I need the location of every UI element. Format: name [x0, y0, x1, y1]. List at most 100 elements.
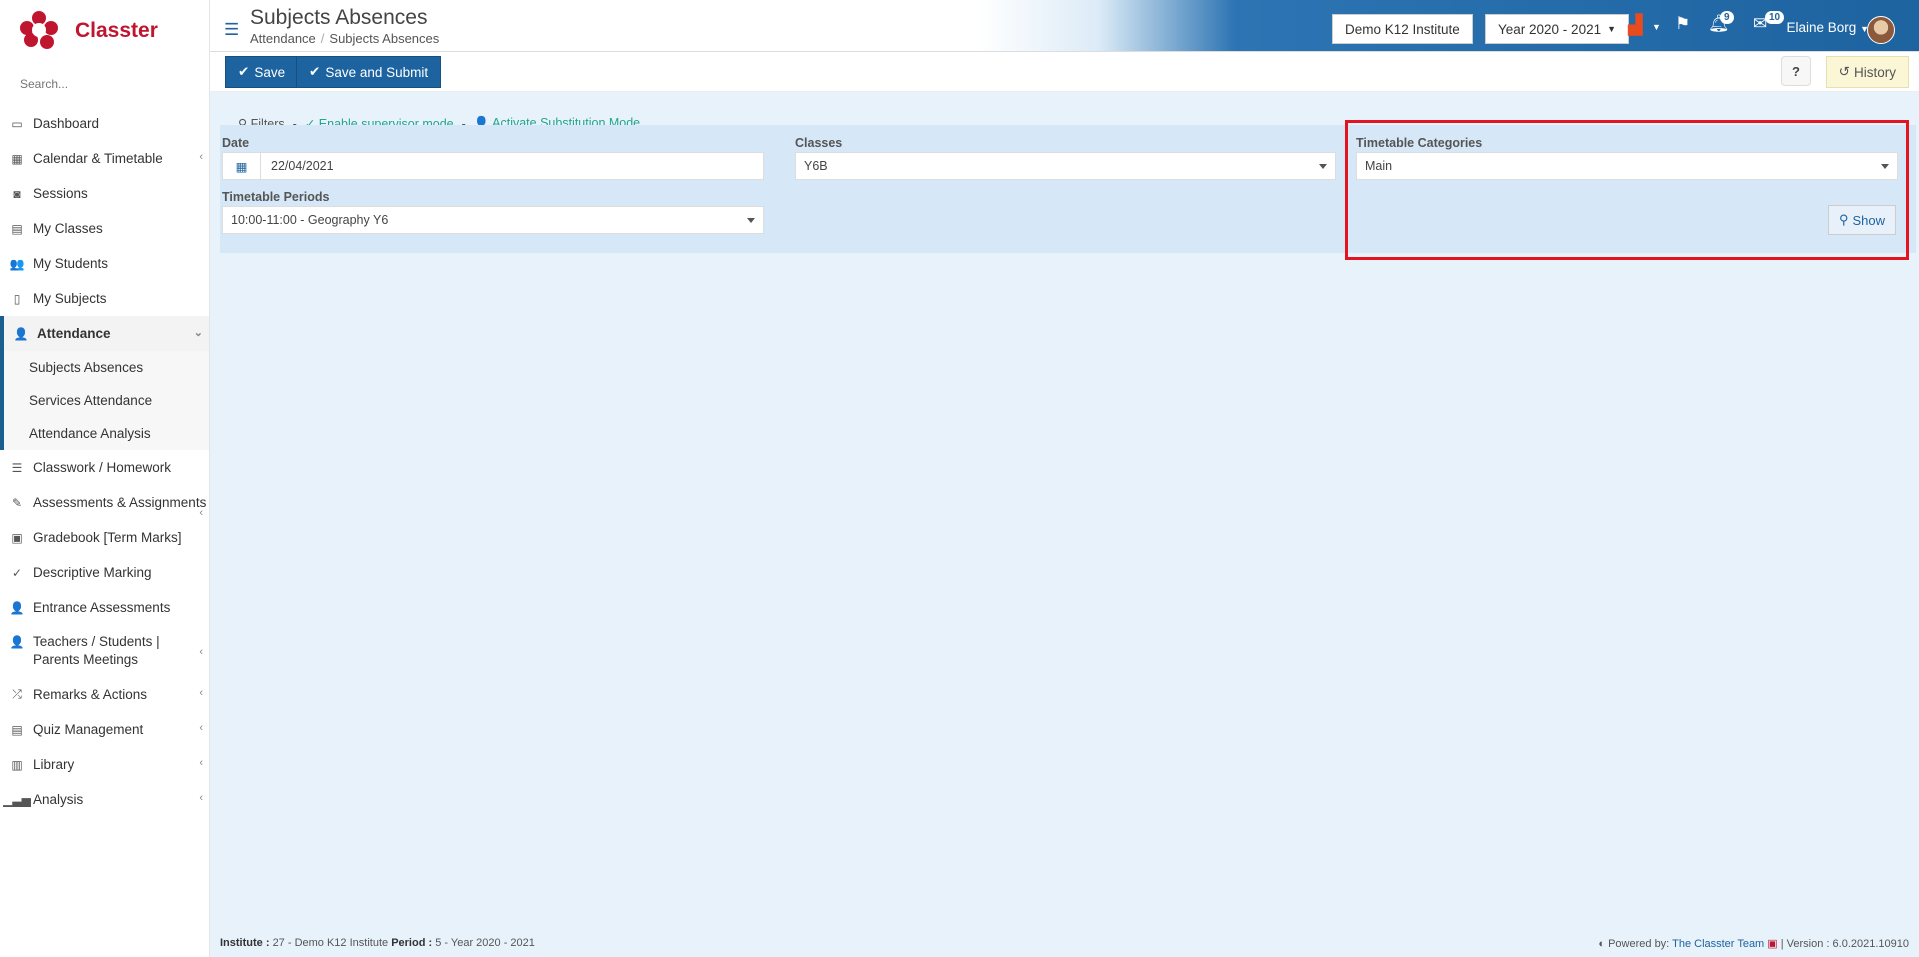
timetable-categories-label: Timetable Categories — [1356, 136, 1483, 150]
sidebar-item-remarks[interactable]: ⤮ Remarks & Actions ‹ — [0, 677, 209, 712]
chevron-left-icon: ‹ — [199, 507, 203, 519]
check-icon: ✔ — [238, 64, 250, 79]
book-icon: ▯ — [13, 291, 21, 306]
sidebar-item-dashboard[interactable]: ▭ Dashboard — [0, 106, 209, 141]
caret-down-icon — [1881, 164, 1889, 169]
date-label: Date — [222, 136, 250, 150]
chevron-down-icon: ⌄ — [193, 327, 203, 339]
history-icon: ↺ — [1838, 64, 1850, 79]
breadcrumb: Attendance / Subjects Absences — [250, 31, 439, 46]
sidebar-item-descriptive-marking[interactable]: ✓ Descriptive Marking — [0, 555, 209, 590]
sidebar: Classter ▭Dashboard ▦Calendar & Timetabl… — [0, 0, 210, 957]
caret-down-icon — [747, 218, 755, 223]
date-field[interactable]: ▦ 22/04/2021 — [222, 152, 764, 180]
logo[interactable]: Classter — [0, 0, 209, 62]
footer: Institute : 27 - Demo K12 Institute Peri… — [210, 922, 1919, 957]
check-icon: ✔ — [309, 64, 321, 79]
user-edit-icon: 👤 — [9, 600, 25, 615]
sidebar-item-quiz[interactable]: ▤ Quiz Management ‹ — [0, 712, 209, 747]
sidebar-item-meetings[interactable]: 👤 Teachers / Students | Parents Meetings ‹ — [0, 625, 209, 677]
search-input[interactable] — [20, 77, 190, 91]
chevron-left-icon: ‹ — [199, 722, 203, 734]
sidebar-search — [0, 62, 209, 106]
checklist-icon: ☰ — [11, 460, 23, 475]
sidebar-item-assessments[interactable]: ✎ Assessments & Assignments ‹ — [0, 485, 209, 520]
sidebar-item-attendance-analysis[interactable]: Attendance Analysis — [4, 417, 209, 450]
footer-powered: ◐ Powered by: The Classter Team ▣ | Vers… — [1598, 938, 1909, 950]
show-button[interactable]: ⚲ Show — [1827, 205, 1896, 235]
timetable-categories-select[interactable]: Main — [1356, 152, 1898, 180]
avatar[interactable] — [1867, 16, 1895, 44]
flag-icon[interactable]: ⚑ — [1675, 14, 1690, 34]
notification-badge: 9 — [1720, 11, 1734, 24]
sidebar-item-entrance-assessments[interactable]: 👤 Entrance Assessments — [0, 590, 209, 625]
main-content: ⚲ Filters - ✓ Enable supervisor mode - 👤… — [210, 92, 1919, 922]
classes-select[interactable]: Y6B — [795, 152, 1336, 180]
footer-info: Institute : 27 - Demo K12 Institute Peri… — [220, 937, 535, 949]
hamburger-menu-icon[interactable]: ☰ — [224, 20, 239, 40]
classter-small-icon: ◐ — [1598, 938, 1606, 950]
search-icon: ⚲ — [1838, 212, 1849, 227]
gradebook-icon: ▣ — [11, 530, 23, 545]
save-button[interactable]: ✔ Save — [225, 56, 299, 88]
sidebar-item-services-attendance[interactable]: Services Attendance — [4, 384, 209, 417]
chart-icon: ▁▃▅ — [3, 792, 31, 807]
edit-icon: ✎ — [11, 495, 23, 510]
laptop-icon: ▭ — [11, 116, 23, 131]
chevron-left-icon: ‹ — [199, 687, 203, 699]
breadcrumb-attendance[interactable]: Attendance — [250, 31, 316, 46]
institute-button[interactable]: Demo K12 Institute — [1332, 14, 1473, 44]
meeting-icon: 👤 — [9, 635, 25, 649]
office-icon[interactable]: ▟ — [1628, 14, 1643, 37]
calendar-icon[interactable]: ▦ — [223, 153, 261, 179]
marking-icon: ✓ — [11, 565, 23, 580]
history-button[interactable]: ↺ History — [1825, 56, 1909, 88]
help-button[interactable]: ? — [1781, 56, 1811, 86]
sidebar-item-analysis[interactable]: ▁▃▅ Analysis ‹ — [0, 782, 209, 817]
classes-icon: ▤ — [11, 221, 23, 236]
caret-down-icon: ▼ — [1607, 24, 1617, 34]
sidebar-item-classwork[interactable]: ☰ Classwork / Homework — [0, 450, 209, 485]
classter-logo-icon — [20, 11, 60, 51]
sidebar-nav: ▭ Dashboard ▦ Calendar & Timetable ‹ ◙ Sessi… — [0, 106, 209, 351]
page-title: Subjects Absences — [250, 6, 428, 29]
gift-icon: ▣ — [1767, 938, 1778, 950]
library-icon: ▥ — [11, 757, 23, 772]
quiz-icon: ▤ — [11, 722, 23, 737]
sidebar-item-my-students[interactable]: 👥 My Students — [0, 246, 209, 281]
attendance-subnav: Subjects Absences Services Attendance At… — [0, 351, 209, 450]
sidebar-item-subjects-absences[interactable]: Subjects Absences — [4, 351, 209, 384]
classes-label: Classes — [795, 136, 843, 150]
remarks-icon: ⤮ — [12, 687, 22, 701]
filter-panel: Date ▦ 22/04/2021 Classes Y6B Timetable … — [220, 125, 1916, 253]
save-and-submit-button[interactable]: ✔ Save and Submit — [296, 56, 442, 88]
caret-down-icon[interactable]: ▼ — [1652, 22, 1661, 32]
year-select[interactable]: Year 2020 - 2021 ▼ — [1485, 14, 1630, 44]
message-badge: 10 — [1765, 11, 1785, 24]
sidebar-item-calendar[interactable]: ▦ Calendar & Timetable ‹ — [0, 141, 209, 176]
sidebar-item-my-classes[interactable]: ▤ My Classes — [0, 211, 209, 246]
breadcrumb-current: Subjects Absences — [329, 31, 440, 46]
caret-down-icon — [1319, 164, 1327, 169]
user-menu[interactable]: Elaine Borg ▼ — [1787, 20, 1869, 35]
sidebar-item-sessions[interactable]: ◙ Sessions — [0, 176, 209, 211]
sidebar-nav-lower: ☰ Classwork / Homework ✎ Assessments & Ass… — [0, 450, 209, 817]
calendar-icon: ▦ — [11, 151, 23, 166]
sidebar-item-attendance[interactable]: 👤 Attendance ⌄ — [0, 316, 209, 351]
logo-text: Classter — [75, 19, 158, 42]
students-icon: 👥 — [9, 256, 25, 271]
sidebar-item-gradebook[interactable]: ▣ Gradebook [Term Marks] — [0, 520, 209, 555]
timetable-periods-select[interactable]: 10:00-11:00 - Geography Y6 — [222, 206, 764, 234]
top-header: ☰ Subjects Absences Attendance / Subjects … — [210, 0, 1919, 52]
chevron-left-icon: ‹ — [199, 757, 203, 769]
breadcrumb-separator: / — [320, 31, 325, 46]
action-toolbar: ✔ Save ✔ Save and Submit ? ↺ History — [210, 52, 1919, 92]
classter-team-link[interactable]: The Classter Team — [1672, 938, 1764, 950]
timetable-periods-label: Timetable Periods — [222, 190, 330, 204]
sidebar-item-my-subjects[interactable]: ▯ My Subjects — [0, 281, 209, 316]
sidebar-item-library[interactable]: ▥ Library ‹ — [0, 747, 209, 782]
chevron-left-icon: ‹ — [199, 151, 203, 163]
user-x-icon: 👤 — [13, 326, 29, 341]
chevron-left-icon: ‹ — [199, 792, 203, 804]
sessions-icon: ◙ — [13, 186, 21, 201]
